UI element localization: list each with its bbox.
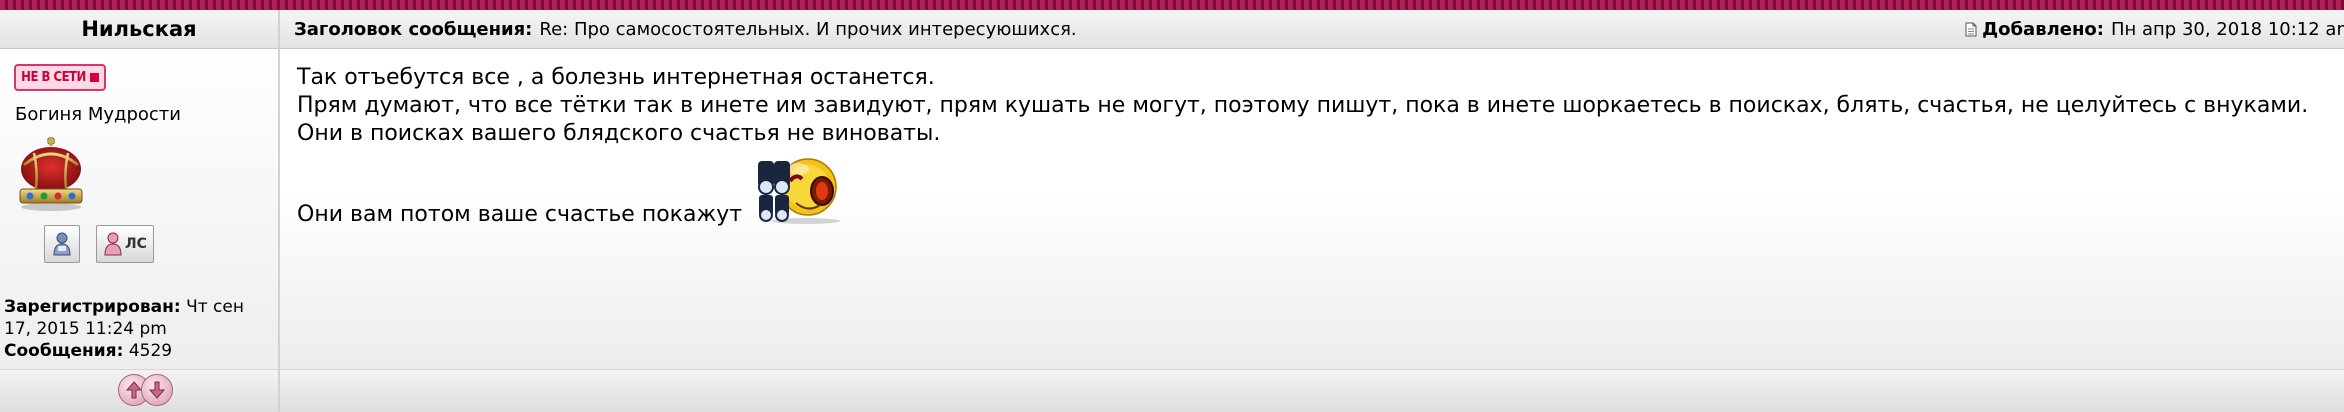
profile-button[interactable]	[44, 225, 80, 263]
subject-label: Заголовок сообщения:	[294, 18, 533, 40]
post-subject: Заголовок сообщения: Re: Про самосостоят…	[294, 10, 1077, 48]
private-message-icon	[104, 232, 122, 256]
posts-label: Сообщения:	[4, 341, 124, 361]
posts-value: 4529	[128, 341, 173, 361]
message-line: Они в поисках вашего блядского счастья н…	[297, 121, 941, 146]
binoculars-smiley-icon	[756, 153, 848, 233]
user-rank: Богиня Мудрости	[15, 104, 181, 125]
registration-info: Зарегистрирован: Чт сен 17, 2015 11:24 p…	[4, 296, 272, 362]
added-date: Пн апр 30, 2018 10:12 am	[2110, 18, 2344, 40]
post-footer	[0, 369, 2344, 412]
registered-label: Зарегистрирован:	[4, 297, 181, 317]
document-icon[interactable]	[1965, 22, 1977, 37]
post-navigation	[0, 370, 280, 412]
message-line: Так отъебутся все , а болезнь интернетна…	[297, 65, 935, 90]
crown-icon	[19, 137, 83, 211]
status-badge: НЕ В СЕТИ	[14, 64, 106, 91]
arrow-down-icon	[149, 381, 165, 399]
status-badge-text: НЕ В СЕТИ	[21, 70, 86, 85]
message-line: Прям думают, что все тётки так в инете и…	[297, 93, 2309, 118]
arrow-up-icon	[126, 381, 142, 399]
go-to-bottom-button[interactable]	[141, 374, 173, 406]
message-line-with-smiley: Они вам потом ваше счастье покажут	[297, 158, 2317, 255]
message-line: Они вам потом ваше счастье покажут	[297, 202, 743, 227]
profile-icon	[53, 232, 71, 256]
offline-square-icon	[89, 73, 99, 82]
private-message-button[interactable]: ЛС	[96, 225, 154, 263]
post-header: Нильская Заголовок сообщения: Re: Про са…	[0, 10, 2344, 49]
post-body: Так отъебутся все , а болезнь интернетна…	[280, 49, 2344, 369]
author-profile: НЕ В СЕТИ Богиня Мудрости ЛС Зарегистрир…	[0, 49, 280, 369]
subject-text: Re: Про самосостоятельных. И прочих инте…	[539, 18, 1077, 40]
message-text: Так отъебутся все , а болезнь интернетна…	[297, 64, 2317, 255]
pm-label: ЛС	[125, 236, 147, 252]
top-border	[0, 0, 2344, 10]
post-author[interactable]: Нильская	[0, 10, 280, 48]
avatar	[14, 135, 88, 217]
post-date: Добавлено: Пн апр 30, 2018 10:12 am	[1965, 10, 2344, 48]
added-label: Добавлено:	[1982, 18, 2104, 40]
